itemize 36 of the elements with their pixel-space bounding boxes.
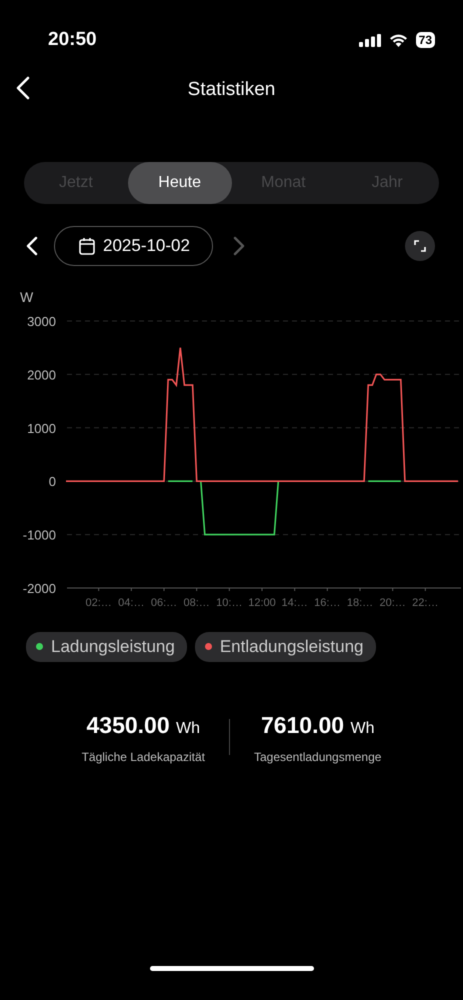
y-tick-label: 2000 [27, 367, 56, 382]
stat-label: Tagesentladungsmenge [254, 749, 382, 766]
wifi-icon [388, 33, 408, 47]
y-tick-label: 3000 [27, 314, 56, 329]
clock: 20:50 [48, 28, 97, 52]
expand-icon [414, 240, 426, 252]
legend-item[interactable]: Entladungsleistung [194, 632, 376, 662]
y-tick-label: -2000 [22, 581, 56, 596]
battery-level: 73 [416, 32, 435, 48]
date-picker[interactable]: 2025-10-02 [54, 226, 213, 266]
x-tick-label: 10:… [216, 597, 242, 608]
signal-icon [358, 34, 381, 46]
stat-value: 4350.00 Wh [86, 710, 202, 740]
x-tick-label: 08:… [184, 597, 210, 608]
y-tick-label: 0 [48, 474, 56, 490]
previous-day-button[interactable] [26, 234, 38, 258]
x-tick-label: 02:… [86, 597, 112, 608]
y-tick-label: 1000 [27, 420, 56, 436]
x-tick-label: 16:… [314, 597, 340, 608]
fullscreen-button[interactable] [405, 231, 435, 261]
page-title: Statistiken [188, 78, 276, 102]
x-tick-label: 18:… [346, 597, 374, 608]
calendar-icon [79, 237, 95, 255]
back-button[interactable] [16, 76, 30, 100]
stat-label: Tägliche Ladekapazität [82, 749, 205, 766]
x-tick-label: 14:… [282, 597, 308, 608]
legend-item[interactable]: Ladungsleistung [26, 632, 187, 662]
period-tab[interactable]: Heute [128, 162, 232, 204]
x-tick-label: 20:… [380, 597, 406, 608]
y-tick-label: -1000 [22, 528, 56, 543]
x-tick-label: 06:… [150, 597, 178, 608]
x-tick-label: 12:00 [248, 597, 276, 608]
x-tick-label: 22:… [412, 597, 438, 608]
x-tick-label: 04:… [118, 597, 144, 608]
axis-unit: W [20, 289, 34, 305]
stat-value: 7610.00 Wh [260, 710, 376, 740]
